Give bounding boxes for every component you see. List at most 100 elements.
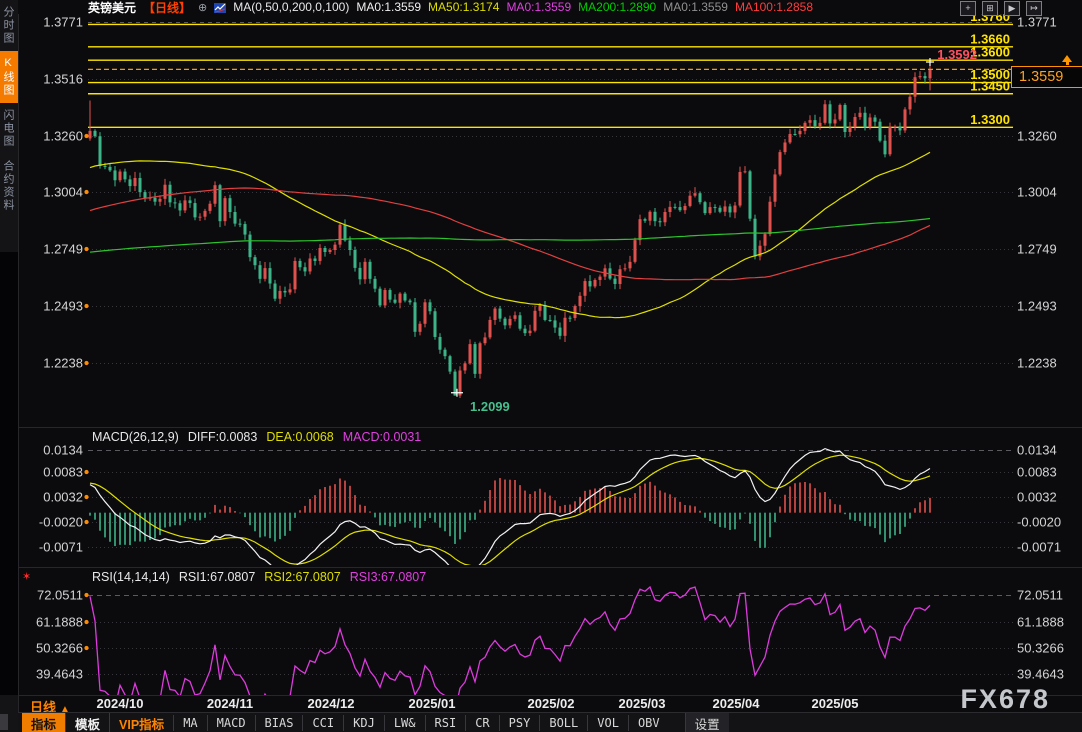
sidebar-tab-timeshare[interactable]: 分时图 (0, 0, 18, 51)
toolbar-item-lw[interactable]: LW& (384, 715, 425, 731)
ma-values: MA0:1.3559 MA50:1.3174 MA0:1.3559 MA200:1.2… (356, 0, 820, 14)
toolbar-item-bias[interactable]: BIAS (255, 715, 303, 731)
macd-histogram (90, 478, 930, 548)
macd-dea-value: DEA:0.0068 (266, 430, 333, 444)
svg-text:72.0511: 72.0511 (1017, 588, 1063, 603)
toolbar-item-psy[interactable]: PSY (499, 715, 540, 731)
svg-text:-0.0071: -0.0071 (1017, 540, 1061, 555)
svg-text:2024/12: 2024/12 (308, 696, 355, 711)
sidebar-tab-candlestick[interactable]: K线图 (0, 51, 18, 103)
svg-text:2024/10: 2024/10 (97, 696, 144, 711)
ma-value-1: MA50:1.3174 (428, 0, 499, 14)
rsi2-value: RSI2:67.0807 (264, 570, 340, 584)
shift-right-icon[interactable]: ↦ (1026, 1, 1042, 16)
fit-y-axis-icon[interactable]: ▶ (1004, 1, 1020, 16)
svg-text:0.0032: 0.0032 (43, 490, 83, 505)
svg-text:72.0511: 72.0511 (37, 588, 83, 603)
svg-text:1.2238: 1.2238 (1017, 356, 1057, 371)
sidebar-spacer (0, 252, 18, 695)
current-price-badge: 1.3559 (1011, 66, 1082, 88)
rsi3-value: RSI3:67.0807 (350, 570, 426, 584)
svg-text:1.2493: 1.2493 (1017, 299, 1057, 314)
rsi1-value: RSI1:67.0807 (179, 570, 255, 584)
rsi-panel-header: RSI(14,14,14) RSI1:67.0807 RSI2:67.0807 … (92, 569, 435, 584)
corner-handle (0, 714, 8, 730)
toolbar-item-rsi[interactable]: RSI (425, 715, 466, 731)
svg-text:50.3266: 50.3266 (36, 641, 83, 656)
svg-text:2024/11: 2024/11 (207, 696, 253, 711)
chart-type-sidebar: 分时图 K线图 闪电图 合约资料 (0, 0, 19, 732)
svg-text:39.4643: 39.4643 (36, 667, 83, 682)
toolbar-item-cci[interactable]: CCI (302, 715, 343, 731)
macd-params: MACD(26,12,9) (92, 430, 179, 444)
svg-text:0.0083: 0.0083 (1017, 465, 1057, 480)
toolbar-item-boll[interactable]: BOLL (539, 715, 587, 731)
svg-text:2025/04: 2025/04 (713, 696, 761, 711)
svg-text:1.2493: 1.2493 (43, 299, 83, 314)
fit-x-axis-icon[interactable]: ⊞ (982, 1, 998, 16)
svg-text:1.3450: 1.3450 (970, 78, 1010, 93)
toolbar-item-vol[interactable]: VOL (587, 715, 628, 731)
ma-value-3: MA200:1.2890 (578, 0, 656, 14)
circle-plus-icon[interactable]: ⊕ (198, 1, 207, 14)
sidebar-tab-lightning[interactable]: 闪电图 (0, 103, 18, 154)
svg-text:2025/01: 2025/01 (409, 696, 456, 711)
toolbar-item-[interactable]: 设置 (685, 713, 729, 732)
svg-text:0.0032: 0.0032 (1017, 490, 1057, 505)
macd-panel-header: MACD(26,12,9) DIFF:0.0083 DEA:0.0068 MAC… (92, 429, 430, 444)
toolbar-item-kdj[interactable]: KDJ (343, 715, 384, 731)
svg-text:0.0134: 0.0134 (1017, 443, 1057, 458)
period-tag[interactable]: 【日线】 (143, 0, 191, 16)
toolbar-item-vip[interactable]: VIP指标 (109, 713, 173, 732)
ma-value-5: MA100:1.2858 (735, 0, 813, 14)
fx678-watermark: FX678 (960, 684, 1050, 715)
candlestick-chart-canvas[interactable]: 1.37601.36601.36001.35001.34501.33001.35… (0, 0, 1082, 732)
price-up-arrow-icon (1062, 55, 1072, 62)
indicator-toolbar: 指标模板VIP指标MAMACDBIASCCIKDJLW&RSICRPSYBOLL… (18, 712, 1082, 732)
svg-text:2025/03: 2025/03 (619, 696, 666, 711)
svg-text:1.3004: 1.3004 (43, 185, 83, 200)
macd-diff-value: DIFF:0.0083 (188, 430, 257, 444)
svg-text:1.2749: 1.2749 (43, 242, 83, 257)
svg-text:1.2749: 1.2749 (1017, 242, 1057, 257)
axis-labels: 1.3771 1.3516 1.3260 1.3004 1.2749 1.2493 1.22… (36, 15, 1064, 712)
svg-text:1.2238: 1.2238 (43, 356, 83, 371)
chart-tool-icons: + ⊞ ▶ ↦ (960, 1, 1042, 16)
chart-header: 英镑美元 【日线】 ⊕ MA(0,50,0,200,0,100) MA0:1.3… (18, 0, 1082, 14)
svg-text:1.3592: 1.3592 (937, 47, 977, 62)
svg-text:-0.0020: -0.0020 (1017, 515, 1061, 530)
svg-text:1.3771: 1.3771 (43, 15, 83, 30)
toolbar-item-[interactable]: 指标 (22, 713, 65, 732)
symbol-name: 英镑美元 (88, 0, 136, 16)
toolbar-item-ma[interactable]: MA (173, 715, 206, 731)
sidebar-tab-contract-info[interactable]: 合约资料 (0, 154, 18, 218)
ma-settings-label: MA(0,50,0,200,0,100) (233, 0, 349, 14)
svg-text:1.3260: 1.3260 (1017, 129, 1057, 144)
toolbar-item-obv[interactable]: OBV (628, 715, 669, 731)
svg-text:1.3300: 1.3300 (970, 112, 1010, 127)
alert-burst-icon[interactable]: ✶ (22, 570, 31, 583)
toolbar-item-cr[interactable]: CR (465, 715, 498, 731)
toolbar-item-[interactable]: 模板 (65, 713, 109, 732)
ma-value-0: MA0:1.3559 (356, 0, 421, 14)
svg-text:1.3004: 1.3004 (1017, 185, 1057, 200)
svg-text:0.0134: 0.0134 (43, 443, 83, 458)
svg-text:2025/05: 2025/05 (812, 696, 859, 711)
toolbar-item-macd[interactable]: MACD (207, 715, 255, 731)
forex-chart-app: 1.37601.36601.36001.35001.34501.33001.35… (0, 0, 1082, 732)
svg-text:-0.0071: -0.0071 (39, 540, 83, 555)
rsi-line (90, 587, 930, 712)
rsi-params: RSI(14,14,14) (92, 570, 170, 584)
svg-text:1.2099: 1.2099 (470, 399, 510, 414)
annotations: 1.3592 1.2099 (84, 47, 977, 650)
ma-value-4: MA0:1.3559 (663, 0, 728, 14)
svg-text:61.1888: 61.1888 (36, 615, 83, 630)
gridlines (18, 23, 1082, 696)
indicator-chart-icon[interactable] (214, 2, 226, 12)
crosshair-icon[interactable]: + (960, 1, 976, 16)
svg-text:1.3516: 1.3516 (43, 72, 83, 87)
ma50-line (90, 152, 930, 317)
svg-text:50.3266: 50.3266 (1017, 641, 1064, 656)
ma200-line (90, 219, 930, 253)
svg-text:1.3771: 1.3771 (1017, 15, 1057, 30)
